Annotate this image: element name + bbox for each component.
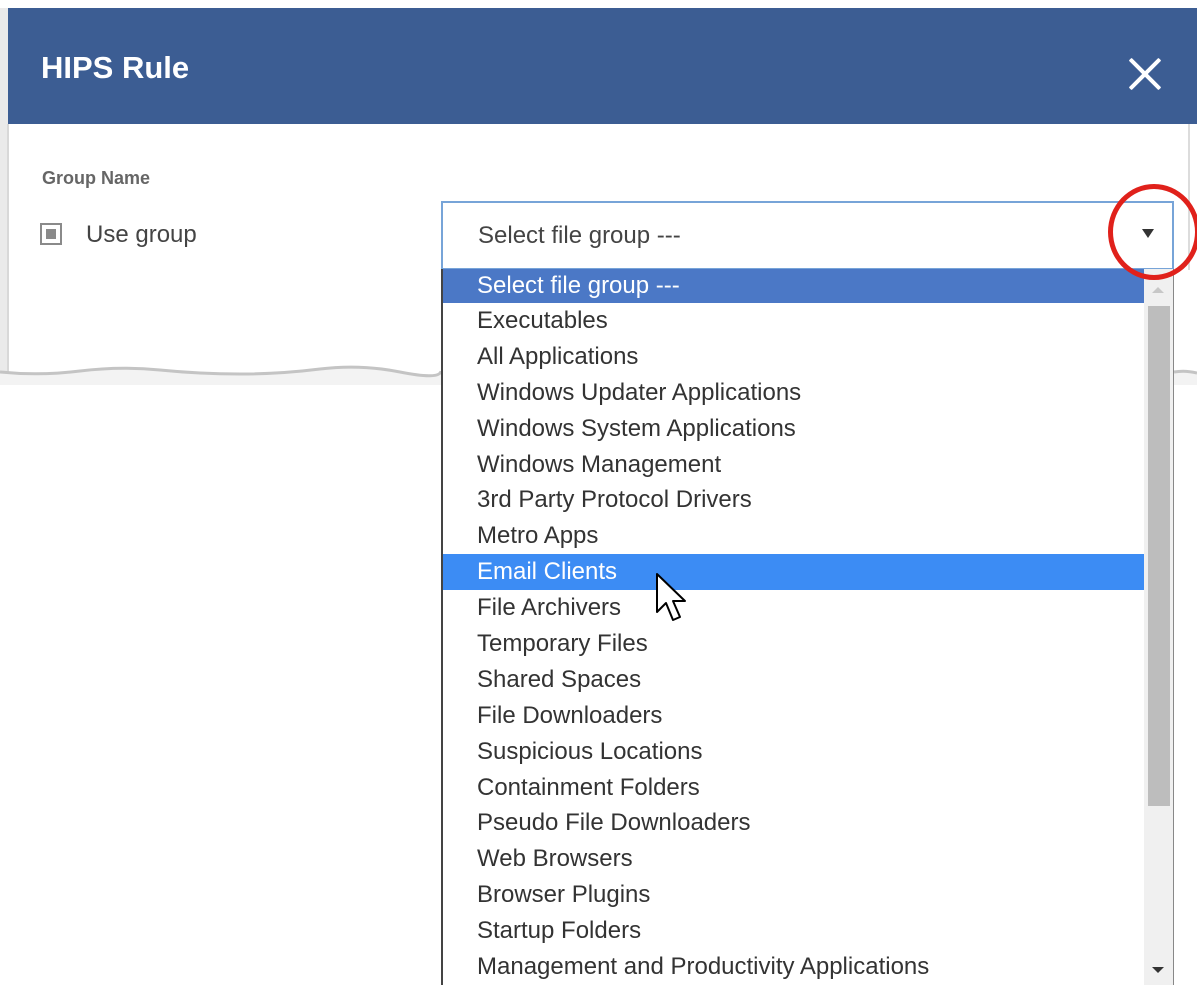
dropdown-option[interactable]: Management and Productivity Applications — [443, 949, 1145, 985]
stage: HIPS Rule Group Name Use group Select fi… — [0, 0, 1197, 985]
mouse-pointer-icon — [656, 573, 686, 621]
dropdown-option[interactable]: File Downloaders — [443, 698, 1145, 734]
use-group-checkbox[interactable] — [40, 223, 62, 245]
dropdown-option[interactable]: Windows Management — [443, 447, 1145, 483]
dropdown-option[interactable]: Windows Updater Applications — [443, 375, 1145, 411]
page-edge — [0, 8, 8, 378]
close-icon[interactable] — [1127, 56, 1163, 92]
dropdown-option[interactable]: Web Browsers — [443, 841, 1145, 877]
dropdown-option[interactable]: Shared Spaces — [443, 662, 1145, 698]
use-group-label: Use group — [86, 221, 197, 248]
dropdown-option[interactable]: Temporary Files — [443, 626, 1145, 662]
scroll-down-icon[interactable] — [1152, 967, 1164, 973]
scrollbar[interactable] — [1144, 269, 1173, 985]
dropdown-option[interactable]: File Archivers — [443, 590, 1145, 626]
dropdown-option[interactable]: Email Clients — [443, 554, 1145, 591]
checkbox-indeterminate-mark — [46, 229, 56, 239]
dropdown-option[interactable]: Select file group --- — [443, 269, 1145, 303]
dropdown-option[interactable]: Windows System Applications — [443, 411, 1145, 447]
dropdown-option[interactable]: Containment Folders — [443, 770, 1145, 806]
file-group-select[interactable]: Select file group --- — [441, 201, 1174, 270]
dropdown-option[interactable]: All Applications — [443, 339, 1145, 375]
options-list: Select file group --- Executables All Appl… — [443, 269, 1145, 985]
scroll-up-icon[interactable] — [1152, 287, 1164, 293]
dropdown-option[interactable]: Suspicious Locations — [443, 734, 1145, 770]
dialog-title: HIPS Rule — [41, 50, 190, 85]
annotation-circle — [1108, 184, 1197, 280]
select-value: Select file group --- — [478, 222, 681, 249]
dropdown-option[interactable]: Executables — [443, 303, 1145, 339]
dropdown-option[interactable]: Metro Apps — [443, 518, 1145, 554]
group-name-label: Group Name — [42, 168, 151, 188]
dropdown-option[interactable]: 3rd Party Protocol Drivers — [443, 482, 1145, 518]
dropdown-option[interactable]: Startup Folders — [443, 913, 1145, 949]
scroll-thumb[interactable] — [1148, 306, 1170, 806]
file-group-dropdown-list: Select file group --- Executables All Appl… — [441, 269, 1174, 985]
dialog-header: HIPS Rule — [8, 8, 1197, 124]
dropdown-option[interactable]: Browser Plugins — [443, 877, 1145, 913]
dropdown-option[interactable]: Pseudo File Downloaders — [443, 805, 1145, 841]
